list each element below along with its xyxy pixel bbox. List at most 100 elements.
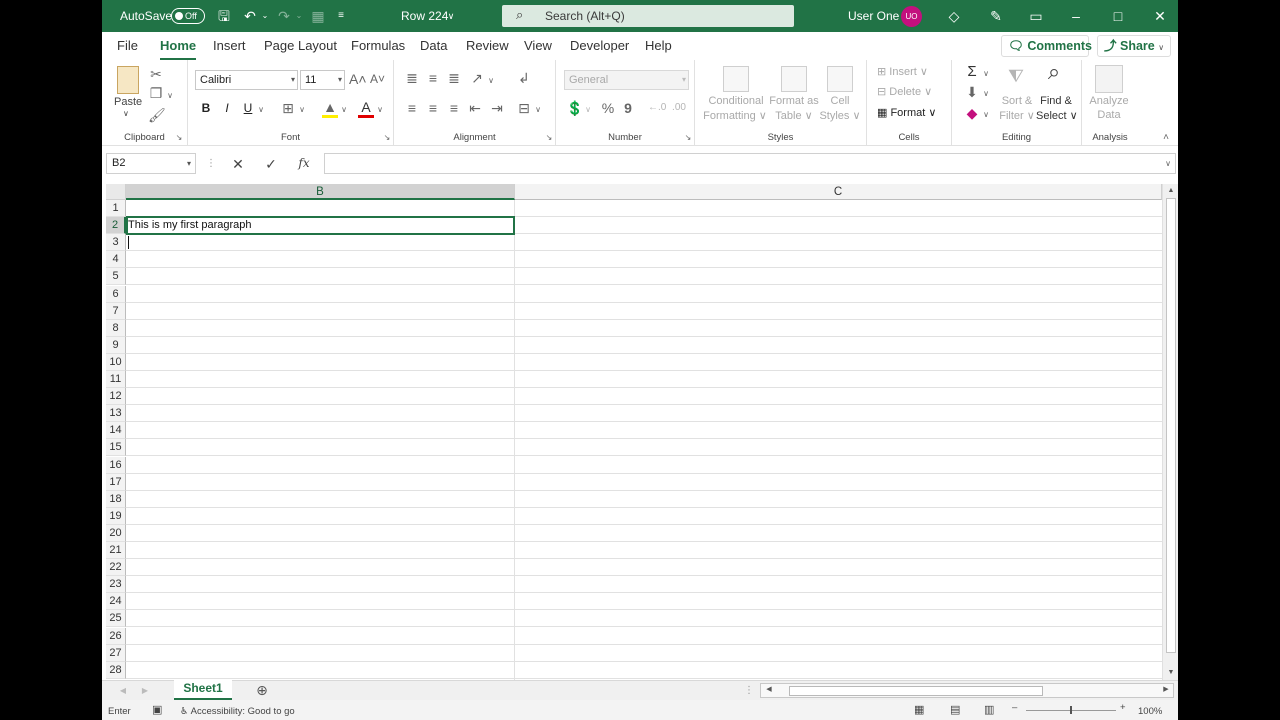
align-right-icon[interactable]: ≡: [446, 100, 462, 116]
conditional-formatting-icon[interactable]: [723, 66, 749, 92]
row-header[interactable]: 1: [106, 200, 126, 217]
paste-button[interactable]: Paste: [114, 96, 142, 108]
delete-cells-button[interactable]: ⊟ Delete ∨: [877, 85, 932, 98]
row-header[interactable]: 25: [106, 610, 126, 628]
table-row[interactable]: [126, 354, 1162, 371]
clear-icon[interactable]: ◆: [964, 105, 980, 121]
row-header[interactable]: 26: [106, 627, 126, 645]
row-header[interactable]: 27: [106, 644, 126, 662]
avatar[interactable]: UO: [901, 6, 922, 27]
next-sheet-icon[interactable]: ▶: [140, 683, 150, 699]
splitter-icon[interactable]: ⋮: [744, 683, 754, 699]
font-color-icon[interactable]: A: [358, 99, 374, 118]
column-header-c[interactable]: C: [515, 184, 1162, 200]
table-row[interactable]: [126, 200, 1162, 217]
row-header[interactable]: 7: [106, 302, 126, 320]
zoom-level[interactable]: 100%: [1138, 706, 1162, 717]
table-row[interactable]: [126, 628, 1162, 645]
scroll-down-icon[interactable]: ▼: [1166, 668, 1176, 678]
table-row[interactable]: [126, 320, 1162, 337]
copy-dropdown-icon[interactable]: ∨: [166, 88, 174, 104]
formula-input[interactable]: ∨: [324, 153, 1176, 174]
sort-filter-button[interactable]: Sort &: [996, 95, 1038, 107]
fill-color-icon[interactable]: ▲: [322, 99, 338, 118]
normal-view-icon[interactable]: ▦: [914, 703, 924, 716]
table-row[interactable]: [126, 491, 1162, 508]
user-name[interactable]: User One: [848, 0, 899, 32]
sort-filter-icon[interactable]: ⧨: [1004, 67, 1028, 85]
orientation-dropdown-icon[interactable]: ∨: [487, 73, 495, 89]
currency-icon[interactable]: 💲: [566, 100, 583, 116]
title-dropdown-icon[interactable]: ∨: [445, 0, 457, 32]
align-left-icon[interactable]: ≡: [404, 100, 420, 116]
format-painter-icon[interactable]: 🖌: [148, 107, 166, 123]
row-header[interactable]: 12: [106, 388, 126, 406]
tab-view[interactable]: View: [524, 38, 552, 53]
collapse-ribbon-icon[interactable]: ˄: [1160, 130, 1172, 146]
font-color-dropdown-icon[interactable]: ∨: [376, 102, 384, 118]
orientation-icon[interactable]: ↗: [469, 70, 485, 86]
share-button[interactable]: ⤴ Share ∨: [1097, 35, 1171, 57]
decrease-decimal-icon[interactable]: .00: [670, 100, 688, 116]
find-select-button[interactable]: Find &: [1036, 95, 1076, 107]
accessibility-status[interactable]: ♿ Accessibility: Good to go: [180, 706, 295, 717]
borders-icon[interactable]: ⊞: [280, 100, 296, 116]
table-row[interactable]: [126, 559, 1162, 577]
row-header[interactable]: 6: [106, 285, 126, 303]
row-header[interactable]: 24: [106, 593, 126, 611]
autosum-icon[interactable]: Σ: [964, 64, 980, 80]
analyze-data-label-2[interactable]: Data: [1084, 109, 1134, 121]
row-header[interactable]: 22: [106, 559, 126, 577]
tab-file[interactable]: File: [117, 38, 138, 53]
fill-dropdown-icon[interactable]: ∨: [982, 86, 990, 102]
percent-button[interactable]: %: [600, 100, 616, 116]
table-row[interactable]: [126, 405, 1162, 423]
row-header[interactable]: 20: [106, 524, 126, 542]
underline-button[interactable]: U: [242, 100, 254, 116]
format-cells-button[interactable]: ▦ Format ∨: [877, 106, 936, 119]
conditional-formatting-button[interactable]: Conditional: [703, 95, 769, 107]
table-row[interactable]: [126, 576, 1162, 594]
merge-center-icon[interactable]: ⊟: [516, 100, 532, 116]
search-box[interactable]: ⌕ Search (Alt+Q): [502, 5, 794, 27]
save-icon[interactable]: 🖫: [214, 0, 234, 32]
row-header[interactable]: 13: [106, 405, 126, 423]
table-row[interactable]: [126, 474, 1162, 491]
align-center-icon[interactable]: ≡: [425, 100, 441, 116]
bold-button[interactable]: B: [200, 100, 212, 116]
row-header[interactable]: 17: [106, 473, 126, 491]
column-header-b[interactable]: B: [126, 184, 515, 200]
page-layout-view-icon[interactable]: ▤: [950, 703, 960, 716]
vertical-scroll-thumb[interactable]: [1166, 198, 1176, 653]
pen-icon[interactable]: ✎: [986, 0, 1006, 32]
row-header[interactable]: 10: [106, 353, 126, 371]
row-header[interactable]: 23: [106, 576, 126, 594]
row-header[interactable]: 21: [106, 542, 126, 559]
table-row[interactable]: [126, 525, 1162, 542]
horizontal-scroll-thumb[interactable]: [789, 686, 1043, 696]
row-header[interactable]: 11: [106, 371, 126, 388]
macro-record-icon[interactable]: ▣: [152, 703, 162, 716]
font-family-select[interactable]: Calibri ▾: [195, 70, 298, 90]
table-row[interactable]: [126, 508, 1162, 525]
scroll-up-icon[interactable]: ▲: [1166, 186, 1176, 196]
merge-dropdown-icon[interactable]: ∨: [534, 102, 542, 118]
document-title[interactable]: Row 224: [401, 0, 448, 32]
analyze-data-button[interactable]: Analyze: [1084, 95, 1134, 107]
decrease-font-icon[interactable]: A˅: [370, 71, 385, 87]
paste-dropdown-icon[interactable]: ∨: [123, 109, 129, 118]
autosave-toggle[interactable]: Off: [171, 8, 205, 24]
autosum-dropdown-icon[interactable]: ∨: [982, 66, 990, 82]
zoom-slider-thumb[interactable]: [1070, 706, 1072, 714]
format-as-table-label-2[interactable]: Table ∨: [767, 109, 821, 122]
wrap-text-icon[interactable]: ↲: [516, 70, 532, 86]
table-row[interactable]: [126, 286, 1162, 303]
italic-button[interactable]: I: [221, 100, 233, 116]
select-all-button[interactable]: [106, 184, 126, 200]
dialog-launcher-icon[interactable]: ↘: [544, 130, 554, 146]
analyze-data-icon[interactable]: [1095, 65, 1123, 93]
redo-dropdown-icon[interactable]: ⌄: [294, 0, 304, 32]
row-header[interactable]: 19: [106, 507, 126, 525]
find-select-icon[interactable]: ⌕: [1042, 61, 1066, 83]
undo-dropdown-icon[interactable]: ⌄: [260, 0, 270, 32]
